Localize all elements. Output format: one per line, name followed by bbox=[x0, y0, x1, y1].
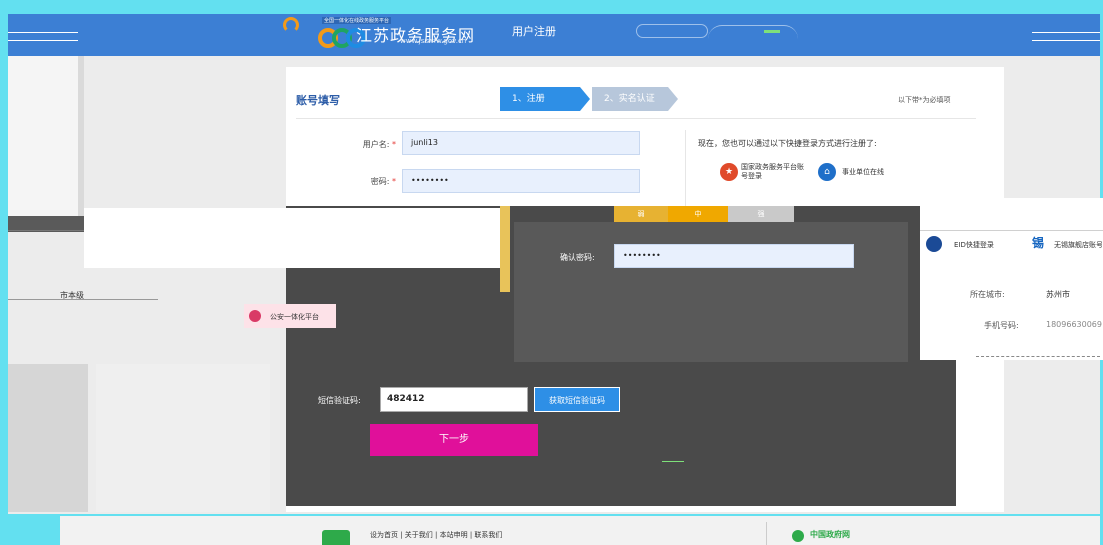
card-title: 账号填写 bbox=[296, 94, 340, 107]
gov-logo-icon[interactable] bbox=[792, 530, 804, 542]
password-label: 密码: * bbox=[370, 177, 396, 186]
quick-login-institution[interactable]: 事业单位在线 bbox=[842, 167, 884, 177]
strength-strong: 强 bbox=[728, 206, 794, 222]
overlay-dash bbox=[662, 461, 684, 462]
overlay-patch bbox=[84, 208, 500, 268]
city-label: 所在城市: bbox=[970, 290, 1005, 299]
footer-divider bbox=[766, 522, 767, 545]
district-select-value: 市本级 bbox=[60, 291, 84, 300]
sms-code-label: 短信验证码: bbox=[318, 396, 361, 405]
step-register: 1、注册 bbox=[500, 87, 580, 111]
quick-login-title: 现在，您也可以通过以下快捷登录方式进行注册了: bbox=[698, 139, 877, 148]
overlay-scribble bbox=[976, 356, 1100, 364]
footer-emblem-icon bbox=[322, 530, 350, 545]
police-icon[interactable] bbox=[249, 310, 261, 322]
card-divider bbox=[296, 118, 976, 119]
right-info-panel bbox=[920, 198, 1103, 360]
logo-ring-icon bbox=[283, 17, 299, 33]
header-accent-bar bbox=[764, 30, 780, 33]
get-sms-code-button[interactable]: 获取短信验证码 bbox=[534, 387, 620, 412]
password-input[interactable]: •••••••• bbox=[402, 169, 640, 193]
quick-login-police[interactable]: 公安一体化平台 bbox=[270, 312, 319, 322]
header-decor-line bbox=[1032, 40, 1100, 41]
site-url: www.jszwfw.gov.cn bbox=[400, 37, 467, 45]
column-divider bbox=[685, 130, 686, 206]
next-step-button[interactable]: 下一步 bbox=[370, 424, 538, 456]
institution-icon[interactable]: ⌂ bbox=[818, 163, 836, 181]
step-arrow bbox=[580, 87, 590, 111]
phone-value[interactable]: 18096630069 bbox=[1046, 320, 1102, 329]
header-decor-line bbox=[1032, 32, 1100, 33]
confirm-password-input[interactable]: •••••••• bbox=[614, 244, 854, 268]
strength-weak: 弱 bbox=[637, 210, 645, 218]
city-value[interactable]: 苏州市 bbox=[1046, 289, 1070, 300]
gov-site-link[interactable]: 中国政府网 bbox=[810, 529, 850, 540]
required-note: 以下带*为必填项 bbox=[898, 96, 951, 104]
quick-login-national[interactable]: 国家政务服务平台账号登录 bbox=[741, 163, 807, 181]
sms-code-input[interactable]: 482412 bbox=[380, 387, 528, 412]
quick-login-eid[interactable]: EID快捷登录 bbox=[954, 240, 994, 250]
phone-label: 手机号码: bbox=[984, 321, 1019, 330]
national-emblem-icon[interactable]: ★ bbox=[720, 163, 738, 181]
eid-icon[interactable] bbox=[926, 236, 942, 252]
site-footer bbox=[60, 516, 1100, 545]
overlay-block bbox=[96, 364, 270, 512]
header-decor-line bbox=[8, 32, 78, 33]
region-select[interactable] bbox=[636, 24, 708, 38]
username-input[interactable]: junli13 bbox=[402, 131, 640, 155]
left-panel bbox=[8, 56, 78, 216]
overlay-stripe bbox=[500, 206, 510, 292]
step-realname: 2、实名认证 bbox=[592, 87, 668, 111]
right-divider bbox=[920, 230, 1103, 231]
header-decor-line bbox=[8, 40, 78, 41]
step-arrow bbox=[668, 87, 678, 111]
page-title: 用户注册 bbox=[512, 25, 556, 38]
overlay-inner-panel bbox=[514, 222, 908, 362]
wuxi-icon[interactable]: 锡 bbox=[1032, 234, 1046, 252]
footer-links[interactable]: 设为首页 | 关于我们 | 本站申明 | 联系我们 bbox=[370, 530, 502, 540]
quick-login-wuxi[interactable]: 无锡旗舰店账号 bbox=[1054, 240, 1102, 250]
username-label: 用户名: * bbox=[362, 140, 396, 149]
header-decor-curve bbox=[708, 25, 798, 39]
confirm-password-label: 确认密码: bbox=[560, 253, 595, 262]
strength-medium: 中 bbox=[668, 206, 728, 222]
overlay-block bbox=[8, 364, 88, 512]
left-divider bbox=[78, 56, 84, 216]
